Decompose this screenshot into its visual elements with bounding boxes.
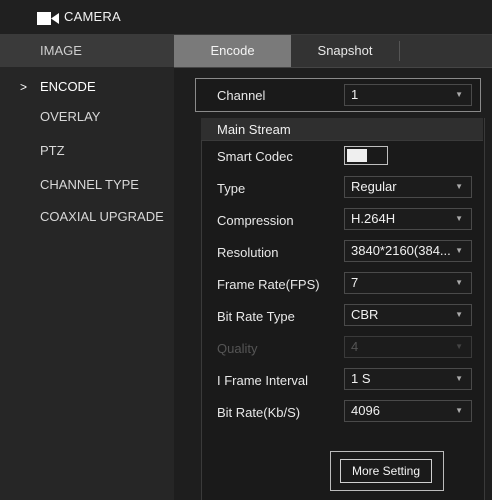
resolution-label: Resolution <box>217 245 279 260</box>
sidebar-item-label: PTZ <box>40 143 65 158</box>
type-label: Type <box>217 181 246 196</box>
quality-select: 4 ▼ <box>344 336 472 358</box>
sidebar-item-label: OVERLAY <box>40 109 101 124</box>
sidebar-item-coaxial-upgrade[interactable]: COAXIAL UPGRADE <box>0 201 174 233</box>
toggle-knob <box>347 149 367 162</box>
main-stream-title: Main Stream <box>217 122 291 137</box>
channel-value: 1 <box>351 87 359 102</box>
sidebar-item-label: COAXIAL UPGRADE <box>40 209 164 224</box>
sidebar-item-channel-type[interactable]: CHANNEL TYPE <box>0 169 174 201</box>
quality-label: Quality <box>217 341 258 356</box>
bit-rate-value: 4096 <box>351 403 380 418</box>
compression-select[interactable]: H.264H ▼ <box>344 208 472 230</box>
quality-value: 4 <box>351 339 359 354</box>
frame-rate-select[interactable]: 7 ▼ <box>344 272 472 294</box>
dropdown-arrow-icon: ▼ <box>455 374 463 383</box>
frame-rate-value: 7 <box>351 275 359 290</box>
sidebar-item-label: ENCODE <box>40 79 96 94</box>
channel-label: Channel <box>217 88 266 103</box>
tab-encode[interactable]: Encode <box>174 35 291 67</box>
dropdown-arrow-icon: ▼ <box>455 182 463 191</box>
bit-rate-type-select[interactable]: CBR ▼ <box>344 304 472 326</box>
dropdown-arrow-icon: ▼ <box>455 90 463 99</box>
dropdown-arrow-icon: ▼ <box>455 310 463 319</box>
bit-rate-select[interactable]: 4096 ▼ <box>344 400 472 422</box>
iframe-interval-select[interactable]: 1 S ▼ <box>344 368 472 390</box>
header-title: CAMERA <box>64 9 121 24</box>
dropdown-arrow-icon: ▼ <box>455 246 463 255</box>
sidebar-item-encode[interactable]: > ENCODE <box>0 71 174 103</box>
resolution-value: 3840*2160(384... <box>351 243 451 258</box>
type-select[interactable]: Regular ▼ <box>344 176 472 198</box>
dropdown-arrow-icon: ▼ <box>455 342 463 351</box>
tab-snapshot[interactable]: Snapshot <box>291 35 399 67</box>
sidebar-item-image[interactable]: IMAGE <box>0 35 174 67</box>
smart-codec-label: Smart Codec <box>217 149 293 164</box>
frame-rate-label: Frame Rate(FPS) <box>217 277 320 292</box>
dropdown-arrow-icon: ▼ <box>455 214 463 223</box>
app-header: CAMERA <box>0 0 492 35</box>
camera-icon <box>37 12 59 25</box>
sidebar-item-label: IMAGE <box>40 43 82 58</box>
compression-label: Compression <box>217 213 294 228</box>
active-marker-icon: > <box>20 80 28 94</box>
bit-rate-type-value: CBR <box>351 307 379 322</box>
channel-select[interactable]: 1 ▼ <box>344 84 472 106</box>
iframe-interval-value: 1 S <box>351 371 371 386</box>
smart-codec-toggle[interactable] <box>344 146 388 165</box>
resolution-select[interactable]: 3840*2160(384... ▼ <box>344 240 472 262</box>
compression-value: H.264H <box>351 211 396 226</box>
bit-rate-label: Bit Rate(Kb/S) <box>217 405 301 420</box>
sidebar-item-overlay[interactable]: OVERLAY <box>0 101 174 133</box>
sidebar-item-ptz[interactable]: PTZ <box>0 135 174 167</box>
more-setting-button[interactable]: More Setting <box>340 459 432 483</box>
tab-bar: Encode Snapshot <box>174 35 492 68</box>
iframe-interval-label: I Frame Interval <box>217 373 309 388</box>
dropdown-arrow-icon: ▼ <box>455 278 463 287</box>
type-value: Regular <box>351 179 397 194</box>
bit-rate-type-label: Bit Rate Type <box>217 309 295 324</box>
sidebar-item-label: CHANNEL TYPE <box>40 177 139 192</box>
dropdown-arrow-icon: ▼ <box>455 406 463 415</box>
sidebar: IMAGE > ENCODE OVERLAY PTZ CHANNEL TYPE … <box>0 35 174 500</box>
tab-divider <box>399 41 400 61</box>
